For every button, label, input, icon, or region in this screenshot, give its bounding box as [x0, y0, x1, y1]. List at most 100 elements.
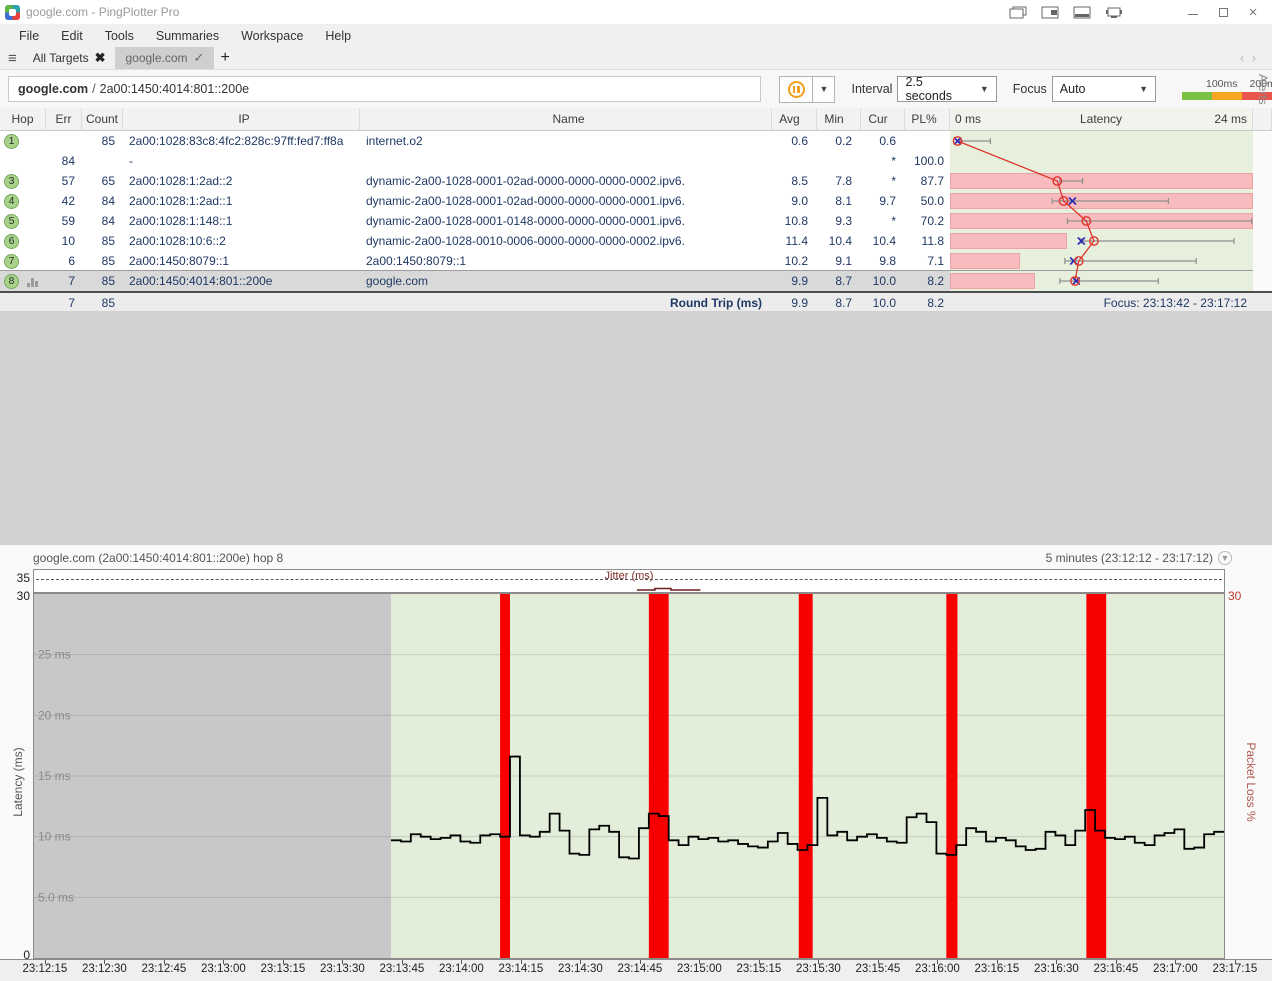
ip-value: 2a00:1028:1:2ad::2	[123, 171, 360, 191]
alerts-side-tab[interactable]: Alerts	[1255, 72, 1271, 107]
min-value: 9.3	[817, 211, 861, 231]
latency-graph-cell	[950, 251, 1253, 271]
col-header-latency[interactable]: 0 ms Latency 24 ms	[950, 108, 1253, 131]
side-panel-icon[interactable]	[1041, 6, 1059, 19]
minimize-button[interactable]	[1178, 1, 1208, 23]
hop-number-badge: 1	[4, 134, 19, 149]
min-value: 8.1	[817, 191, 861, 211]
ip-value: 2a00:1450:4014:801::200e	[123, 271, 360, 291]
latency-graph-cell	[950, 271, 1253, 291]
col-header-count[interactable]: Count	[82, 108, 123, 131]
time-tick-label: 23:12:30	[82, 963, 127, 975]
packet-loss-bar	[950, 253, 1020, 269]
ip-value: 2a00:1028:1:148::1	[123, 211, 360, 231]
avg-value: 9.9	[772, 271, 817, 291]
menu-file[interactable]: File	[8, 26, 50, 46]
col-header-pl[interactable]: PL%	[905, 108, 950, 131]
time-tick-label: 23:12:15	[23, 963, 68, 975]
chevron-down-icon: ▼	[1139, 84, 1148, 94]
pl-value: 100.0	[905, 151, 950, 171]
hop-number-badge: 7	[4, 254, 19, 269]
table-row[interactable]: 87852a00:1450:4014:801::200egoogle.com9.…	[0, 271, 1272, 291]
avg-value: 9.0	[772, 191, 817, 211]
pause-icon	[788, 81, 805, 98]
err-value: 42	[46, 191, 82, 211]
time-tick-label: 23:17:00	[1153, 963, 1198, 975]
time-tick-label: 23:13:15	[261, 963, 306, 975]
col-header-min[interactable]: Min	[817, 108, 861, 131]
trace-table: Hop Err Count IP Name Avg Min Cur PL% 0 …	[0, 108, 1272, 311]
pause-button[interactable]	[779, 76, 813, 103]
svg-text:20 ms: 20 ms	[38, 708, 71, 722]
col-header-cur[interactable]: Cur	[861, 108, 905, 131]
time-tick-label: 23:15:45	[856, 963, 901, 975]
footer-cur: 10.0	[861, 293, 905, 311]
menu-bar: File Edit Tools Summaries Workspace Help	[0, 24, 1272, 47]
hop-number-badge: 8	[4, 274, 19, 289]
col-header-ip[interactable]: IP	[123, 108, 360, 131]
new-tab-button[interactable]: +	[214, 49, 237, 69]
bottom-panel-icon[interactable]	[1073, 6, 1091, 19]
svg-text:10 ms: 10 ms	[38, 830, 71, 844]
ip-value: 2a00:1028:83c8:4fc2:828c:97ff:fed7:ff8a	[123, 131, 360, 151]
table-row[interactable]: 357652a00:1028:1:2ad::2dynamic-2a00-1028…	[0, 171, 1272, 191]
count-value: 85	[82, 131, 123, 151]
table-footer-row: 7 85 Round Trip (ms) 9.9 8.7 10.0 8.2 Fo…	[0, 291, 1272, 311]
count-value	[82, 151, 123, 171]
cascade-windows-icon[interactable]	[1009, 6, 1027, 19]
timeline-plot[interactable]: 25 ms20 ms15 ms10 ms5.0 ms	[33, 593, 1225, 959]
time-tick-label: 23:13:00	[201, 963, 246, 975]
count-value: 84	[82, 211, 123, 231]
chevron-down-icon: ▼	[980, 84, 989, 94]
cur-value: *	[861, 151, 905, 171]
timeline-title: google.com (2a00:1450:4014:801::200e) ho…	[33, 551, 283, 565]
packet-loss-bar	[950, 213, 1253, 229]
min-value: 7.8	[817, 171, 861, 191]
footer-pl: 8.2	[905, 293, 950, 311]
name-value: dynamic-2a00-1028-0001-02ad-0000-0000-00…	[360, 171, 772, 191]
tab-google-com[interactable]: google.com ✓	[115, 47, 214, 69]
time-tick-label: 23:16:00	[915, 963, 960, 975]
hop-number-badge: 3	[4, 174, 19, 189]
menu-workspace[interactable]: Workspace	[230, 26, 314, 46]
monitor-icon[interactable]	[1105, 6, 1123, 19]
tab-scroll-arrows[interactable]: ‹›	[1240, 51, 1264, 65]
chevron-down-icon: ▼	[1218, 551, 1232, 565]
table-row[interactable]: 1 852a00:1028:83c8:4fc2:828c:97ff:fed7:ff…	[0, 131, 1272, 151]
pl-value: 87.7	[905, 171, 950, 191]
close-tab-icon[interactable]: ✖	[95, 50, 106, 66]
svg-text:25 ms: 25 ms	[38, 648, 71, 662]
y-axis-title: Latency (ms)	[11, 727, 25, 837]
tab-bar: ≡ All Targets ✖ google.com ✓ + ‹›	[0, 47, 1272, 69]
target-host: google.com	[18, 82, 88, 96]
menu-summaries[interactable]: Summaries	[145, 26, 230, 46]
table-row[interactable]: 76852a00:1450:8079::12a00:1450:8079::110…	[0, 251, 1272, 271]
col-header-err[interactable]: Err	[46, 108, 82, 131]
table-row[interactable]: 84-*100.0	[0, 151, 1272, 171]
col-header-avg[interactable]: Avg	[772, 108, 817, 131]
menu-tools[interactable]: Tools	[94, 26, 145, 46]
tab-check-icon: ✓	[194, 50, 205, 66]
pause-dropdown-button[interactable]: ▼	[813, 76, 835, 103]
table-row[interactable]: 442842a00:1028:1:2ad::1dynamic-2a00-1028…	[0, 191, 1272, 211]
menu-help[interactable]: Help	[314, 26, 362, 46]
col-header-name[interactable]: Name	[360, 108, 772, 131]
menu-edit[interactable]: Edit	[50, 26, 94, 46]
targets-menu-icon[interactable]: ≡	[0, 50, 23, 69]
interval-select[interactable]: 2.5 seconds ▼	[897, 76, 996, 102]
tab-all-targets[interactable]: All Targets ✖	[23, 47, 116, 69]
table-row[interactable]: 559842a00:1028:1:148::1dynamic-2a00-1028…	[0, 211, 1272, 231]
time-range-select[interactable]: 5 minutes (23:12:12 - 23:17:12) ▼	[1046, 551, 1232, 565]
time-tick-label: 23:15:30	[796, 963, 841, 975]
close-button[interactable]: ×	[1238, 1, 1268, 23]
target-address-box[interactable]: google.com / 2a00:1450:4014:801::200e	[8, 76, 761, 102]
table-row[interactable]: 610852a00:1028:10:6::2dynamic-2a00-1028-…	[0, 231, 1272, 251]
focus-select[interactable]: Auto ▼	[1052, 76, 1156, 102]
jitter-band: Jitter (ms)	[33, 569, 1225, 593]
toolbar: google.com / 2a00:1450:4014:801::200e ▼ …	[0, 69, 1272, 108]
err-value: 10	[46, 231, 82, 251]
maximize-button[interactable]	[1208, 1, 1238, 23]
count-value: 85	[82, 271, 123, 291]
table-header-row: Hop Err Count IP Name Avg Min Cur PL% 0 …	[0, 108, 1272, 131]
col-header-hop[interactable]: Hop	[0, 108, 46, 131]
